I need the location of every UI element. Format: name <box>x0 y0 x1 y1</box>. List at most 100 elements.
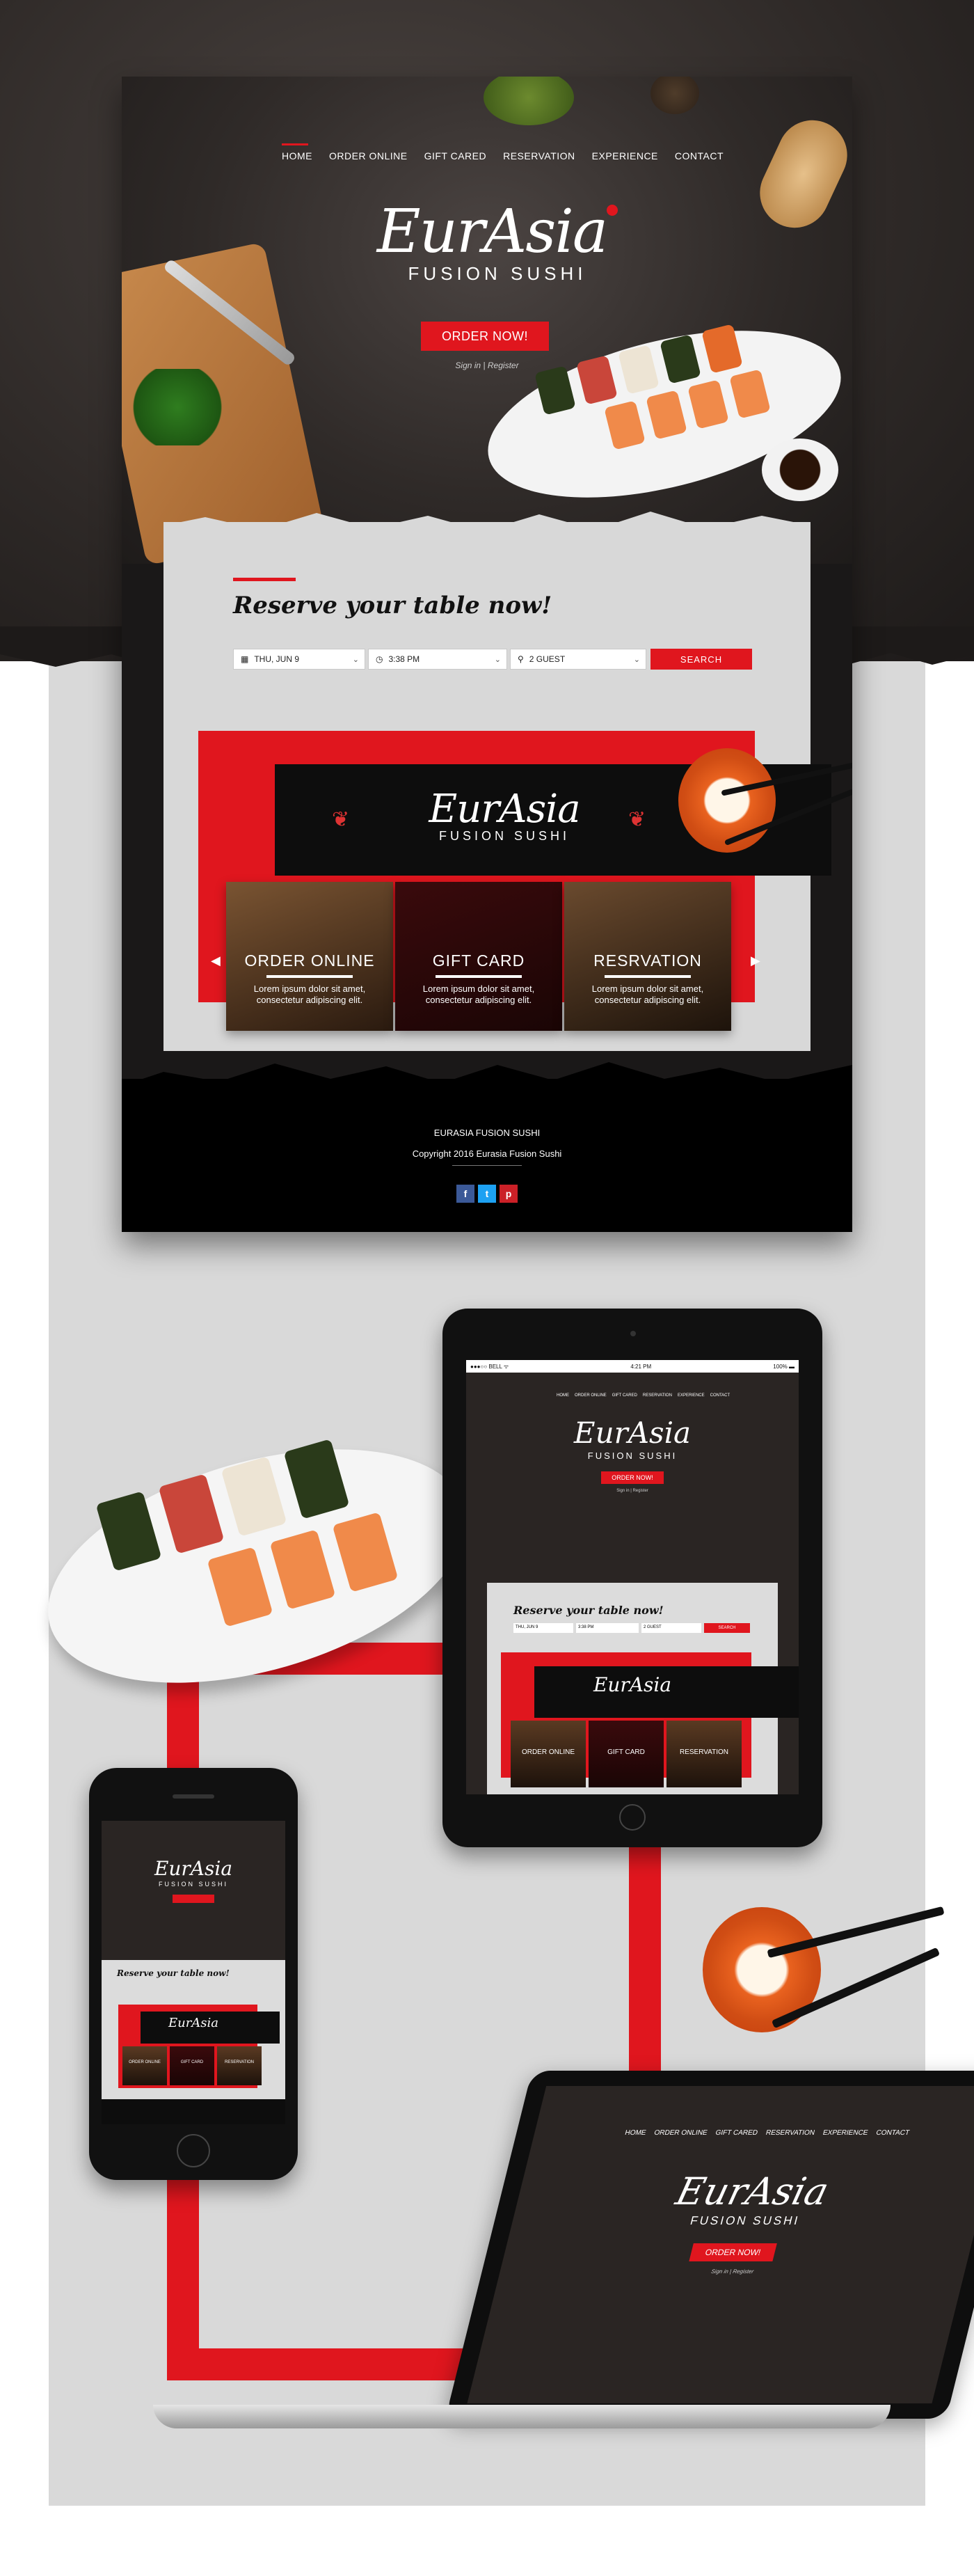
phone-card[interactable]: ORDER ONLINE <box>122 2046 167 2085</box>
tablet-banner-logo: EurAsia <box>593 1673 672 1696</box>
laptop-nav-item[interactable]: ORDER ONLINE <box>653 2129 708 2137</box>
clock-icon: ◷ <box>376 654 383 664</box>
laptop-order-button[interactable]: ORDER NOW! <box>689 2243 777 2261</box>
date-select[interactable]: ▦ THU, JUN 9 ⌄ <box>233 649 365 670</box>
tablet-home-button[interactable] <box>619 1804 646 1831</box>
phone-card[interactable]: RESERVATION <box>217 2046 262 2085</box>
tablet-reserve-title: Reserve your table now! <box>513 1604 664 1617</box>
nav-contact[interactable]: CONTACT <box>675 150 724 161</box>
facebook-icon[interactable]: f <box>456 1185 474 1203</box>
tablet-nav-item[interactable]: GIFT CARED <box>612 1393 637 1398</box>
laptop-base <box>153 2405 891 2428</box>
tablet-battery: 100% ▬ <box>773 1363 795 1370</box>
phone-footer <box>102 2099 285 2124</box>
card-title: ORDER ONLINE <box>244 951 375 970</box>
banner-logo-subtitle: FUSION SUSHI <box>438 829 570 843</box>
sushi-piece-image <box>678 748 776 853</box>
phone-screen: EurAsia FUSION SUSHI Reserve your table … <box>102 1821 285 2124</box>
nav-home[interactable]: HOME <box>282 143 312 161</box>
order-now-button[interactable]: ORDER NOW! <box>421 322 549 351</box>
phone-home-button[interactable] <box>177 2134 210 2167</box>
footer: EURASIA FUSION SUSHI Copyright 2016 Eura… <box>122 1079 852 1232</box>
laptop-device: HOME ORDER ONLINE GIFT CARED RESERVATION… <box>445 2071 974 2419</box>
banner-logo: EurAsia FUSION SUSHI <box>358 790 650 844</box>
tablet-screen: ●●●○○ BELL ᯤ 4:21 PM 100% ▬ HOME ORDER O… <box>466 1360 799 1794</box>
card-description: Lorem ipsum dolor sit amet, consectetur a… <box>591 983 704 1005</box>
pinterest-icon[interactable]: p <box>500 1185 518 1203</box>
carousel-next-icon[interactable]: ▶ <box>751 954 760 968</box>
nav-order-online[interactable]: ORDER ONLINE <box>329 150 408 161</box>
banner-logo-name: EurAsia <box>429 787 580 832</box>
nav-experience[interactable]: EXPERIENCE <box>592 150 658 161</box>
phone-card[interactable]: GIFT CARD <box>170 2046 214 2085</box>
tablet-logo-subtitle: FUSION SUSHI <box>587 1451 678 1461</box>
tablet-card[interactable]: RESERVATION <box>666 1721 742 1787</box>
laptop-nav-item[interactable]: GIFT CARED <box>714 2129 758 2137</box>
tablet-card[interactable]: GIFT CARD <box>589 1721 664 1787</box>
tablet-nav-item[interactable]: HOME <box>557 1393 569 1398</box>
card-reservation[interactable]: RESRVATION Lorem ipsum dolor sit amet, co… <box>564 882 731 1031</box>
tablet-nav-item[interactable]: EXPERIENCE <box>678 1393 705 1398</box>
twitter-icon[interactable]: t <box>478 1185 496 1203</box>
tablet-guest-field[interactable]: 2 GUEST <box>641 1623 701 1633</box>
time-select[interactable]: ◷ 3:38 PM ⌄ <box>368 649 507 670</box>
tablet-signin[interactable]: Sign in | Register <box>466 1489 799 1493</box>
tablet-search-button[interactable]: SEARCH <box>704 1623 750 1633</box>
phone-device: EurAsia FUSION SUSHI Reserve your table … <box>89 1768 298 2180</box>
tablet-camera-icon <box>630 1331 636 1336</box>
tablet-carrier: ●●●○○ BELL ᯤ <box>470 1363 509 1370</box>
tablet-nav-item[interactable]: CONTACT <box>710 1393 730 1398</box>
chevron-down-icon: ⌄ <box>494 656 501 664</box>
soy-sauce-bowl-image <box>762 438 838 501</box>
time-value: 3:38 PM <box>388 654 420 664</box>
laptop-signin[interactable]: Sign in | Register <box>500 2268 966 2275</box>
website-mockup: HOME ORDER ONLINE GIFT CARED RESERVATION… <box>122 77 852 1232</box>
card-title: RESRVATION <box>593 951 702 970</box>
phone-banner-logo: EurAsia <box>168 2016 219 2030</box>
signin-register-link[interactable]: Sign in | Register <box>122 361 852 370</box>
laptop-screen: HOME ORDER ONLINE GIFT CARED RESERVATION… <box>467 2086 974 2403</box>
laptop-nav: HOME ORDER ONLINE GIFT CARED RESERVATION… <box>624 2129 910 2137</box>
tablet-card[interactable]: ORDER ONLINE <box>511 1721 586 1787</box>
phone-order-button[interactable] <box>173 1895 214 1903</box>
chopped-herbs-image <box>129 369 226 445</box>
phone-reserve-title: Reserve your table now! <box>117 1968 230 1978</box>
card-divider <box>436 975 522 978</box>
guest-value: 2 GUEST <box>529 654 566 664</box>
footer-divider <box>452 1165 522 1166</box>
laptop-nav-item[interactable]: RESERVATION <box>765 2129 815 2137</box>
tablet-date-field[interactable]: THU, JUN 9 <box>513 1623 573 1633</box>
carousel-prev-icon[interactable]: ◀ <box>211 954 221 968</box>
phone-logo-subtitle: FUSION SUSHI <box>158 1881 228 1888</box>
logo-dot-icon <box>607 205 618 216</box>
tablet-time: 4:21 PM <box>630 1363 652 1370</box>
card-gift-card[interactable]: GIFT CARD Lorem ipsum dolor sit amet, con… <box>395 882 562 1031</box>
tablet-time-field[interactable]: 3:38 PM <box>576 1623 639 1633</box>
laptop-nav-item[interactable]: CONTACT <box>875 2129 910 2137</box>
fish-logo-icon: ❦ <box>332 808 350 831</box>
tablet-nav-item[interactable]: ORDER ONLINE <box>575 1393 607 1398</box>
card-order-online[interactable]: ORDER ONLINE Lorem ipsum dolor sit amet,… <box>226 882 393 1031</box>
date-value: THU, JUN 9 <box>254 654 300 664</box>
laptop-logo: EurAsia <box>671 2170 833 2213</box>
calendar-icon: ▦ <box>241 654 249 664</box>
reserve-accent-line <box>233 578 296 581</box>
search-button[interactable]: SEARCH <box>650 649 752 670</box>
tablet-logo: EurAsia <box>573 1416 692 1450</box>
hero-logo[interactable]: EurAsia FUSION SUSHI <box>351 202 644 285</box>
card-description: Lorem ipsum dolor sit amet, consectetur a… <box>253 983 366 1005</box>
card-divider <box>605 975 691 978</box>
nav-gift-card[interactable]: GIFT CARED <box>424 150 487 161</box>
laptop-nav-item[interactable]: HOME <box>624 2129 647 2137</box>
phone-logo: EurAsia <box>154 1857 233 1880</box>
nav-reservation[interactable]: RESERVATION <box>503 150 575 161</box>
chevron-down-icon: ⌄ <box>633 656 640 664</box>
tablet-nav-item[interactable]: RESERVATION <box>643 1393 672 1398</box>
tablet-order-button[interactable]: ORDER NOW! <box>601 1471 664 1484</box>
guest-select[interactable]: ⚲ 2 GUEST ⌄ <box>510 649 646 670</box>
tablet-device: ●●●○○ BELL ᯤ 4:21 PM 100% ▬ HOME ORDER O… <box>442 1309 822 1847</box>
reserve-title: Reserve your table now! <box>233 592 552 619</box>
chevron-down-icon: ⌄ <box>352 656 359 664</box>
laptop-nav-item[interactable]: EXPERIENCE <box>822 2129 869 2137</box>
tablet-status-bar: ●●●○○ BELL ᯤ 4:21 PM 100% ▬ <box>466 1360 799 1373</box>
